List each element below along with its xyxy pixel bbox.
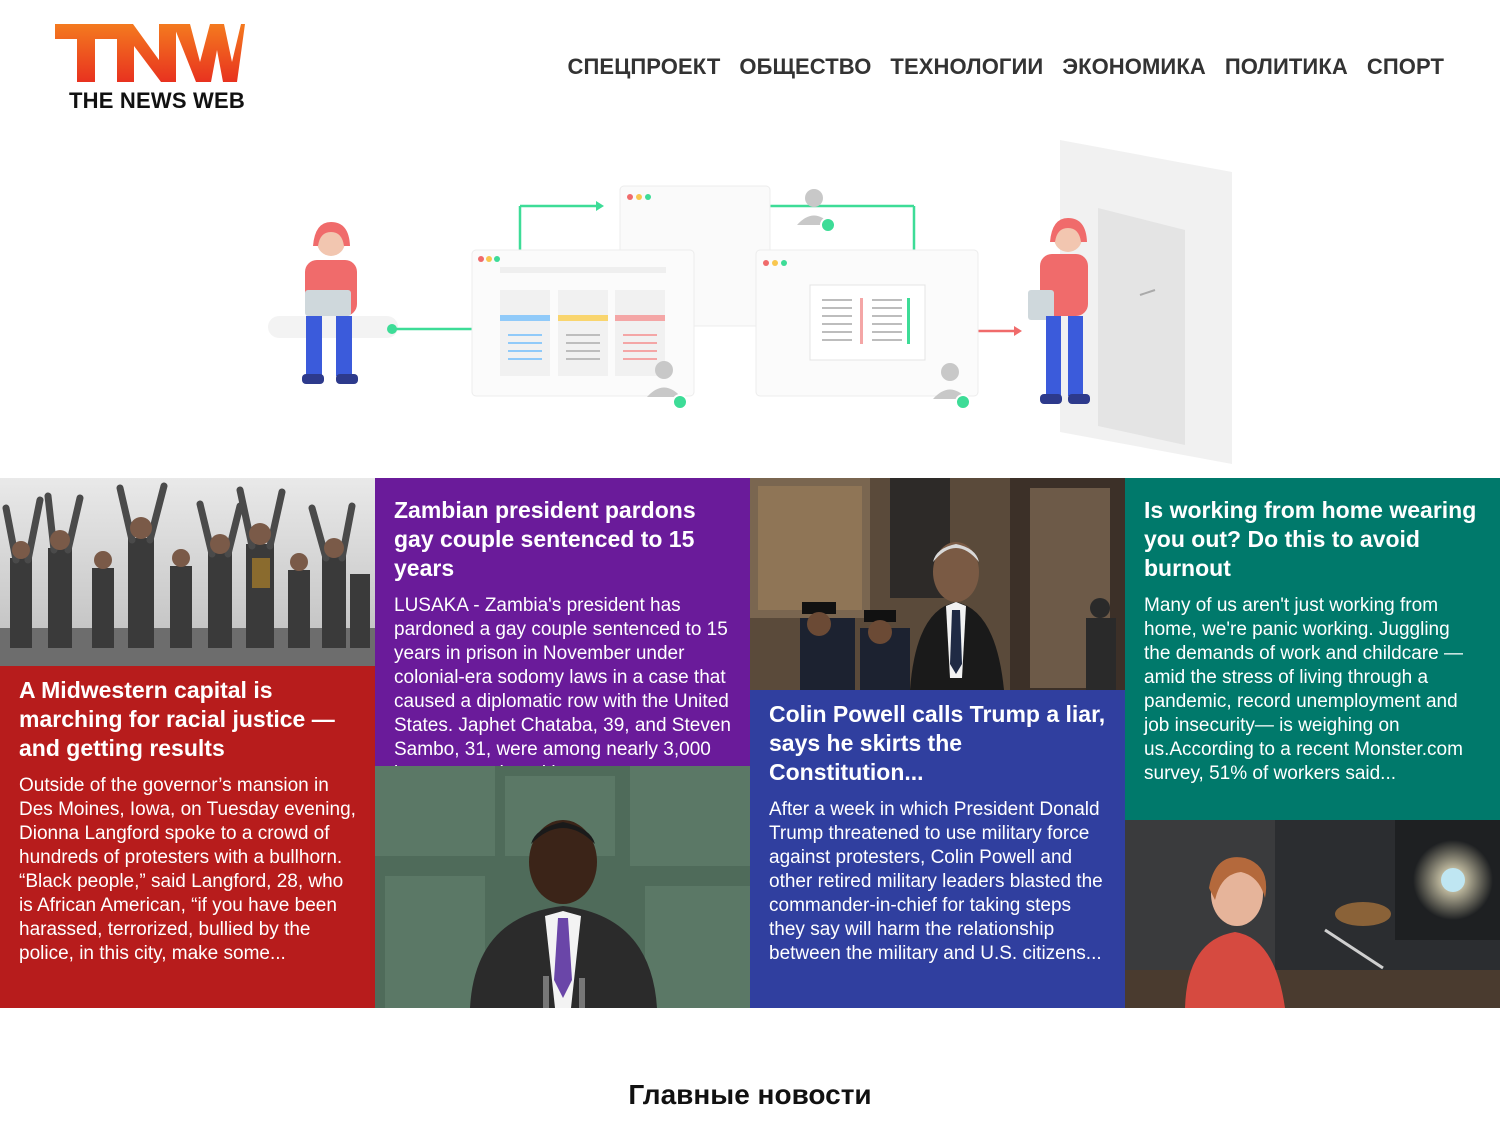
hero-banner — [0, 130, 1500, 478]
section-title-top-news: Главные новости — [628, 1079, 872, 1111]
site-name: THE NEWS WEB — [69, 88, 245, 113]
nav-item-special-project[interactable]: СПЕЦПРОЕКТ — [568, 54, 721, 80]
news-card-text: Is working from home wearing you out? Do… — [1125, 496, 1500, 786]
nav-item-technology[interactable]: ТЕХНОЛОГИИ — [890, 54, 1043, 80]
news-card-excerpt: Outside of the governor’s mansion in Des… — [19, 775, 356, 964]
zambian-president-photo — [375, 766, 750, 1008]
news-card-text: Colin Powell calls Trump a liar, says he… — [750, 700, 1125, 966]
person-sitting-icon — [302, 222, 358, 384]
news-card-title[interactable]: Colin Powell calls Trump a liar, says he… — [769, 700, 1106, 787]
news-card-work-from-home[interactable]: Is working from home wearing you out? Do… — [1125, 478, 1500, 1008]
nav-item-economy[interactable]: ЭКОНОМИКА — [1062, 54, 1206, 80]
site-logo[interactable]: THE NEWS WEB — [55, 22, 255, 118]
news-card-title[interactable]: A Midwestern capital is marching for rac… — [19, 676, 356, 763]
news-card-excerpt: LUSAKA - Zambia's president has pardoned… — [394, 595, 731, 784]
main-nav: СПЕЦПРОЕКТ ОБЩЕСТВО ТЕХНОЛОГИИ ЭКОНОМИКА… — [568, 54, 1444, 80]
news-card-colin-powell[interactable]: Colin Powell calls Trump a liar, says he… — [750, 478, 1125, 1008]
tnw-logo-icon — [55, 24, 245, 82]
news-card-racial-justice[interactable]: A Midwestern capital is marching for rac… — [0, 478, 375, 1008]
news-card-title[interactable]: Zambian president pardons gay couple sen… — [394, 496, 731, 583]
protest-crowd-photo — [0, 478, 375, 666]
featured-news-grid: A Midwestern capital is marching for rac… — [0, 478, 1500, 1008]
news-card-zambia-pardon[interactable]: Zambian president pardons gay couple sen… — [375, 478, 750, 1008]
news-card-excerpt: Many of us aren't just working from home… — [1144, 595, 1463, 784]
woman-working-from-home-photo — [1125, 820, 1500, 1008]
nav-item-society[interactable]: ОБЩЕСТВО — [739, 54, 871, 80]
news-card-excerpt: After a week in which President Donald T… — [769, 799, 1103, 964]
nav-item-politics[interactable]: ПОЛИТИКА — [1225, 54, 1348, 80]
colin-powell-photo — [750, 478, 1125, 690]
news-card-title[interactable]: Is working from home wearing you out? Do… — [1144, 496, 1481, 583]
news-card-text: Zambian president pardons gay couple sen… — [375, 496, 750, 786]
news-card-text: A Midwestern capital is marching for rac… — [0, 676, 375, 966]
site-header: THE NEWS WEB СПЕЦПРОЕКТ ОБЩЕСТВО ТЕХНОЛО… — [0, 0, 1500, 130]
nav-item-sport[interactable]: СПОРТ — [1367, 54, 1444, 80]
workflow-illustration — [268, 140, 1232, 464]
